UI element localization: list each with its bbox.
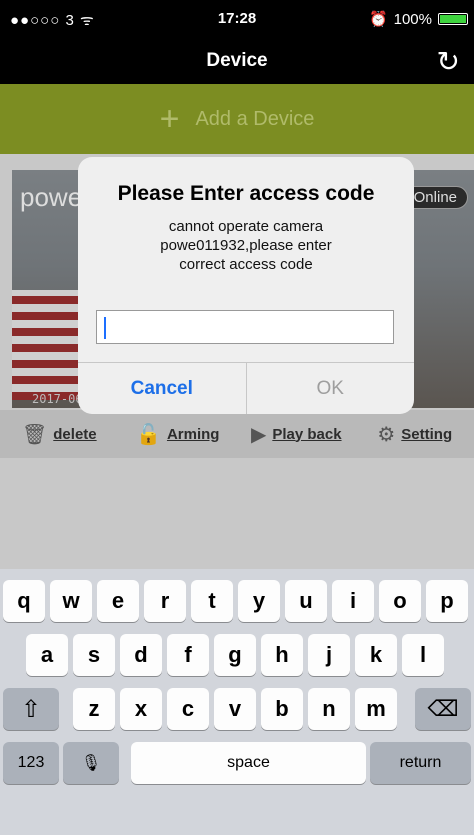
key-z[interactable]: z (73, 688, 115, 730)
key-o[interactable]: o (379, 580, 421, 622)
access-code-dialog: Please Enter access code cannot operate … (78, 157, 414, 414)
key-k[interactable]: k (355, 634, 397, 676)
setting-label: Setting (401, 425, 453, 443)
add-device-button[interactable]: + Add a Device (0, 84, 474, 154)
refresh-icon[interactable]: ↻ (437, 46, 460, 78)
key-a[interactable]: a (26, 634, 68, 676)
alarm-icon: ⏰ (368, 11, 388, 28)
key-y[interactable]: y (238, 580, 280, 622)
battery-percent: 100% (393, 10, 432, 28)
plus-icon: + (159, 100, 180, 138)
key-t[interactable]: t (191, 580, 233, 622)
key-l[interactable]: l (402, 634, 444, 676)
key-q[interactable]: q (3, 580, 45, 622)
return-key[interactable]: return (370, 742, 471, 784)
key-h[interactable]: h (261, 634, 303, 676)
key-g[interactable]: g (214, 634, 256, 676)
cancel-button[interactable]: Cancel (78, 363, 247, 414)
text-cursor (104, 317, 106, 339)
key-j[interactable]: j (308, 634, 350, 676)
key-c[interactable]: c (167, 688, 209, 730)
key-b[interactable]: b (261, 688, 303, 730)
add-device-label: Add a Device (195, 107, 315, 130)
key-f[interactable]: f (167, 634, 209, 676)
trash-icon: 🗑 (21, 423, 48, 446)
key-e[interactable]: e (97, 580, 139, 622)
keyboard-row-2: asdfghjkl (0, 634, 474, 676)
key-w[interactable]: w (50, 580, 92, 622)
key-d[interactable]: d (120, 634, 162, 676)
gear-icon: ⚙ (377, 423, 396, 446)
access-code-field[interactable] (96, 310, 394, 344)
status-right: ⏰ 100% (369, 10, 468, 28)
key-n[interactable]: n (308, 688, 350, 730)
keyboard-row-4: 123 🎙 space return (0, 742, 474, 784)
play-icon: ▶ (250, 423, 267, 446)
dialog-buttons: Cancel OK (78, 362, 414, 414)
backspace-icon[interactable]: ⌫ (415, 688, 471, 730)
access-code-input[interactable] (97, 311, 393, 343)
playback-label: Play back (272, 425, 342, 443)
battery-icon (438, 13, 468, 25)
key-p[interactable]: p (426, 580, 468, 622)
shift-icon[interactable]: ⇧ (3, 688, 59, 730)
setting-button[interactable]: ⚙ Setting (356, 410, 474, 458)
delete-label: delete (53, 425, 97, 443)
battery-fill (440, 15, 466, 23)
dialog-message: cannot operate camera powe011932,please … (102, 217, 390, 274)
camera-name: powe (20, 182, 83, 212)
keyboard-row-3: z x c v b n m ⇧ ⌫ (0, 688, 474, 730)
key-r[interactable]: r (144, 580, 186, 622)
page-title: Device (206, 50, 268, 71)
key-m[interactable]: m (355, 688, 397, 730)
status-bar: ●●○○○ 3 ᯤ 17:28 ⏰ 100% (0, 0, 474, 40)
dialog-title: Please Enter access code (117, 182, 375, 205)
delete-button[interactable]: 🗑 delete (0, 410, 119, 458)
key-x[interactable]: x (120, 688, 162, 730)
dialog-message-line: powe011932,please enter (160, 237, 332, 254)
key-u[interactable]: u (285, 580, 327, 622)
lock-icon: 🔓 (136, 423, 161, 446)
playback-button[interactable]: ▶ Play back (237, 410, 356, 458)
arming-label: Arming (166, 425, 220, 443)
camera-action-bar: 🗑 delete 🔓 Arming ▶ Play back ⚙ Setting (0, 410, 474, 458)
microphone-icon[interactable]: 🎙 (63, 742, 119, 784)
space-key[interactable]: space (131, 742, 366, 784)
arming-button[interactable]: 🔓 Arming (119, 410, 238, 458)
dialog-message-line: cannot operate camera (168, 218, 324, 235)
key-v[interactable]: v (214, 688, 256, 730)
keyboard-row-1: qwertyuiop (0, 580, 474, 622)
key-i[interactable]: i (332, 580, 374, 622)
on-screen-keyboard: qwertyuiop asdfghjkl z x c v b n m ⇧ ⌫ 123 🎙 spa… (0, 569, 474, 835)
ok-button[interactable]: OK (247, 363, 415, 414)
key-s[interactable]: s (73, 634, 115, 676)
numbers-key[interactable]: 123 (3, 742, 59, 784)
nav-bar: Device ↻ (0, 40, 474, 84)
dialog-message-line: correct access code (179, 256, 313, 273)
